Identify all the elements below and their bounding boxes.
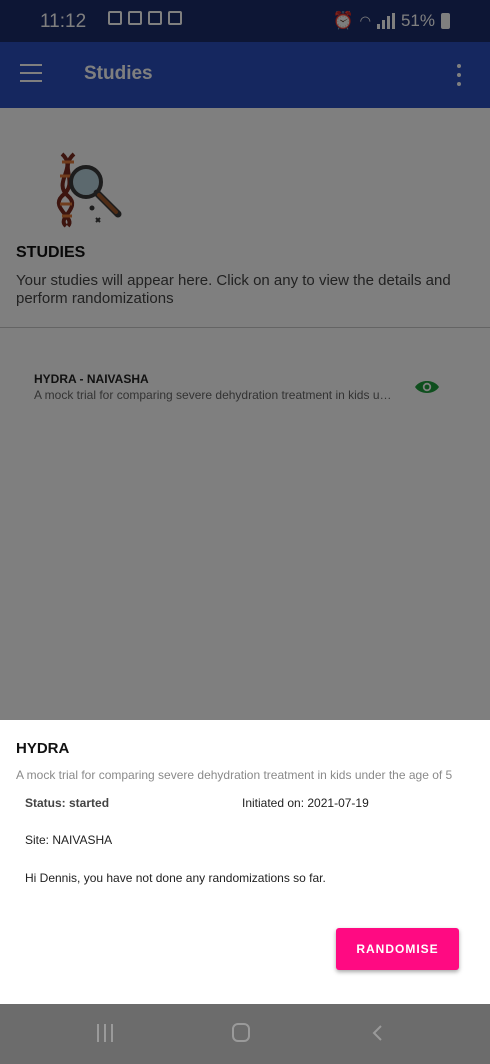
study-details-sheet: HYDRA A mock trial for comparing severe …: [0, 720, 490, 1004]
randomise-button[interactable]: RANDOMISE: [336, 928, 459, 970]
sheet-description: A mock trial for comparing severe dehydr…: [16, 768, 453, 782]
home-icon[interactable]: [232, 1023, 250, 1042]
randomization-message: Hi Dennis, you have not done any randomi…: [25, 871, 326, 885]
recent-apps-icon[interactable]: [97, 1024, 113, 1042]
initiated-date: Initiated on: 2021-07-19: [242, 796, 369, 810]
modal-scrim[interactable]: [0, 0, 490, 720]
study-status: Status: started: [25, 796, 110, 810]
back-icon[interactable]: [371, 1025, 383, 1041]
system-nav-bar: [0, 1004, 490, 1064]
sheet-title: HYDRA: [16, 740, 70, 757]
study-site: Site: NAIVASHA: [25, 833, 113, 847]
